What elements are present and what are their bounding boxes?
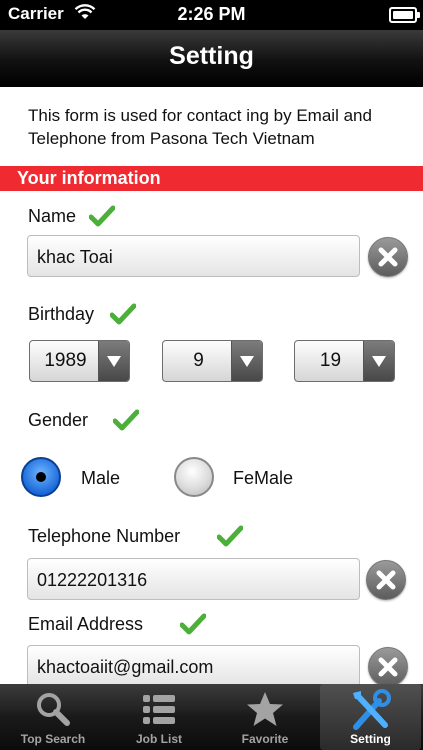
gender-label: Gender	[28, 410, 89, 430]
tab-top-search[interactable]: Top Search	[2, 684, 104, 750]
battery-icon	[389, 7, 420, 23]
name-field[interactable]: khac Toai	[27, 235, 360, 277]
chevron-down-icon	[98, 341, 129, 381]
clear-telephone-button[interactable]	[366, 560, 406, 600]
clear-icon	[376, 570, 396, 590]
month-value: 9	[193, 350, 204, 371]
page-title: Setting	[169, 42, 254, 70]
tab-job-list[interactable]: Job List	[108, 684, 210, 750]
search-icon	[33, 689, 73, 734]
section-header: Your information	[0, 166, 423, 191]
star-icon	[245, 689, 285, 734]
clock: 2:26 PM	[177, 4, 246, 24]
day-dropdown[interactable]: 19	[294, 340, 395, 382]
female-radio[interactable]	[174, 457, 214, 497]
list-icon	[139, 689, 179, 734]
gender-check-icon	[112, 409, 140, 436]
tools-icon	[349, 689, 393, 736]
tab-label: Job List	[135, 732, 182, 746]
male-label[interactable]: Male	[81, 468, 120, 489]
clear-icon	[378, 247, 398, 267]
telephone-field[interactable]: 01222201316	[27, 558, 360, 600]
clear-name-button[interactable]	[368, 237, 408, 277]
month-dropdown[interactable]: 9	[162, 340, 263, 382]
chevron-down-icon	[231, 341, 262, 381]
chevron-down-icon	[363, 341, 394, 381]
name-check-icon	[88, 205, 116, 232]
year-dropdown[interactable]: 1989	[29, 340, 130, 382]
birthday-check-icon	[109, 303, 137, 330]
tab-setting[interactable]: Setting	[320, 684, 421, 750]
navigation-bar: Setting	[0, 30, 423, 87]
email-label: Email Address	[28, 614, 144, 634]
clear-email-button[interactable]	[368, 647, 408, 687]
tab-label: Top Search	[20, 732, 86, 746]
telephone-label: Telephone Number	[28, 526, 181, 546]
intro-text: This form is used for contact ing by Ema…	[28, 106, 372, 148]
telephone-check-icon	[216, 525, 244, 552]
tab-label: Setting	[350, 732, 391, 746]
female-label[interactable]: FeMale	[233, 468, 293, 489]
name-label: Name	[28, 206, 77, 226]
year-value: 1989	[44, 350, 87, 371]
email-field[interactable]: khactoaiit@gmail.com	[27, 645, 360, 687]
clear-icon	[378, 657, 398, 677]
email-check-icon	[179, 613, 207, 640]
status-bar: Carrier 2:26 PM	[0, 0, 423, 30]
tab-bar: Top Search Job List Favorite Setting	[0, 684, 423, 750]
male-radio[interactable]	[21, 457, 61, 497]
section-title: Your information	[17, 168, 161, 188]
day-value: 19	[319, 350, 342, 371]
tab-label: Favorite	[241, 732, 289, 746]
tab-favorite[interactable]: Favorite	[214, 684, 316, 750]
birthday-label: Birthday	[28, 304, 95, 324]
